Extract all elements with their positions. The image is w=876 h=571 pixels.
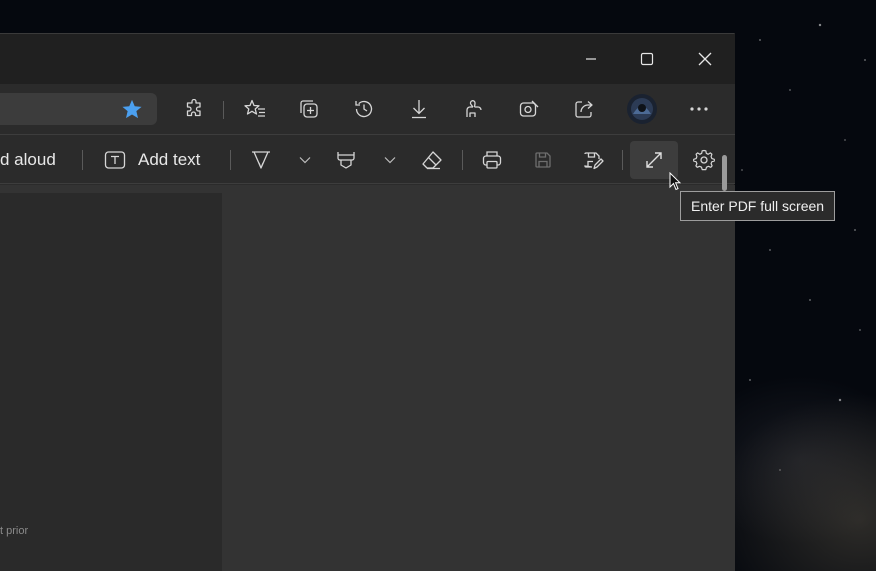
maximize-icon	[640, 52, 654, 66]
performance-icon	[463, 98, 485, 120]
fullscreen-icon	[644, 150, 664, 170]
share-icon	[573, 98, 595, 120]
save-button[interactable]	[528, 145, 558, 175]
share-button[interactable]	[569, 94, 599, 124]
pdf-toolbar-divider	[462, 150, 463, 170]
title-bar	[0, 34, 735, 84]
favorites-button[interactable]	[240, 94, 270, 124]
minimize-icon	[585, 53, 597, 65]
erase-icon	[420, 149, 444, 171]
pdf-toolbar: d aloud Add text	[0, 134, 735, 184]
scrollbar-thumb[interactable]	[722, 155, 727, 191]
extensions-button[interactable]	[179, 94, 209, 124]
read-aloud-button[interactable]: d aloud	[0, 150, 56, 170]
pdf-toolbar-divider	[230, 150, 231, 170]
add-text-button[interactable]: Add text	[104, 145, 200, 175]
save-icon	[533, 150, 553, 170]
performance-button[interactable]	[459, 94, 489, 124]
web-capture-icon	[518, 98, 540, 120]
extensions-icon	[184, 99, 204, 119]
settings-button[interactable]	[689, 145, 719, 175]
browser-window: d aloud Add text t prior	[0, 33, 735, 571]
history-button[interactable]	[349, 94, 379, 124]
maximize-button[interactable]	[619, 34, 675, 84]
save-as-button[interactable]	[578, 145, 608, 175]
close-icon	[698, 52, 712, 66]
web-capture-button[interactable]	[514, 94, 544, 124]
profile-button[interactable]	[626, 93, 658, 125]
draw-button[interactable]	[246, 145, 276, 175]
pdf-page: t prior	[0, 193, 222, 571]
browser-toolbar	[0, 84, 735, 134]
add-text-label: Add text	[138, 150, 201, 169]
close-button[interactable]	[677, 34, 733, 84]
draw-options-button[interactable]	[290, 145, 320, 175]
save-as-icon	[582, 150, 604, 170]
favorites-icon	[244, 99, 266, 119]
minimize-button[interactable]	[563, 34, 619, 84]
pdf-toolbar-divider	[622, 150, 623, 170]
print-icon	[481, 149, 503, 171]
mouse-cursor-icon	[669, 172, 681, 191]
favorite-star-icon[interactable]	[121, 99, 143, 119]
history-icon	[353, 98, 375, 120]
downloads-button[interactable]	[404, 94, 434, 124]
more-icon	[689, 106, 709, 112]
highlight-button[interactable]	[331, 145, 361, 175]
highlight-icon	[335, 149, 357, 171]
toolbar-divider	[223, 101, 224, 119]
chevron-down-icon	[384, 156, 396, 164]
pdf-viewport[interactable]: t prior	[0, 185, 735, 571]
address-bar[interactable]	[0, 93, 157, 125]
collections-icon	[298, 98, 320, 120]
more-button[interactable]	[684, 94, 714, 124]
draw-icon	[250, 149, 272, 171]
erase-button[interactable]	[417, 145, 447, 175]
collections-button[interactable]	[294, 94, 324, 124]
print-button[interactable]	[477, 145, 507, 175]
settings-icon	[693, 149, 715, 171]
pdf-toolbar-divider	[82, 150, 83, 170]
page-text: t prior	[0, 525, 29, 537]
profile-avatar	[627, 94, 657, 124]
downloads-icon	[409, 98, 429, 120]
highlight-options-button[interactable]	[375, 145, 405, 175]
chevron-down-icon	[299, 156, 311, 164]
add-text-icon	[104, 150, 126, 170]
fullscreen-tooltip: Enter PDF full screen	[680, 191, 836, 221]
